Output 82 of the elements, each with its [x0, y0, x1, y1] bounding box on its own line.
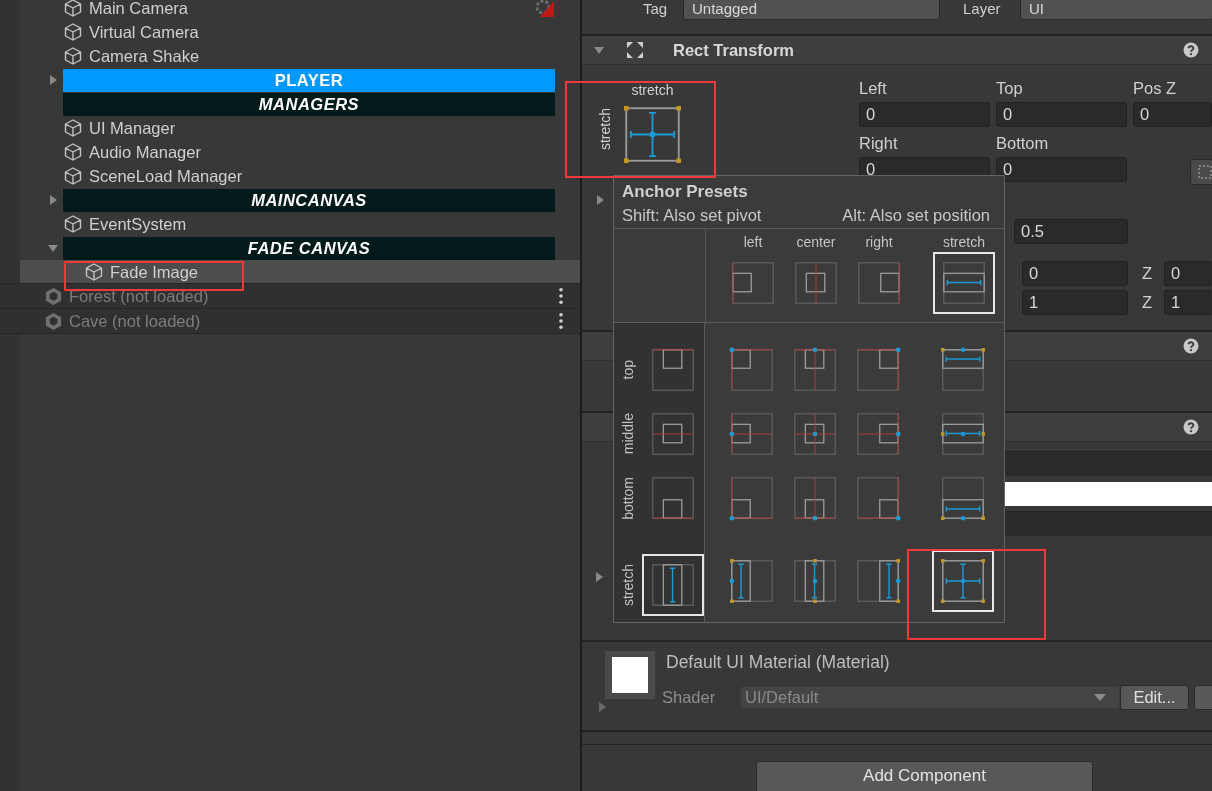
number-field[interactable]: 0: [1164, 261, 1212, 286]
disclosure-arrow-icon[interactable]: [46, 242, 59, 254]
object-name: UI Manager: [89, 118, 176, 138]
object-name: Audio Manager: [89, 142, 201, 162]
hierarchy-row[interactable]: SceneLoad Manager: [20, 164, 580, 188]
axis-label: Z: [1142, 293, 1154, 312]
help-icon[interactable]: [1183, 338, 1199, 354]
number-field[interactable]: 0: [1133, 102, 1212, 127]
column-label: stretch: [943, 233, 985, 252]
hierarchy-row[interactable]: UI Manager: [20, 116, 580, 140]
component-header[interactable]: Rect Transform: [582, 36, 1212, 65]
hierarchy-row[interactable]: Audio Manager: [20, 140, 580, 164]
scene-name: Cave (not loaded): [69, 311, 201, 331]
field-label: Pos Z: [1133, 79, 1178, 98]
tag-dropdown[interactable]: Untagged: [683, 0, 940, 20]
field-label: Bottom: [996, 134, 1050, 153]
hierarchy-row[interactable]: Virtual Camera: [20, 20, 580, 44]
number-field[interactable]: 0: [996, 157, 1127, 182]
row-label: top: [620, 360, 636, 380]
material-name: Default UI Material (Material): [666, 652, 891, 674]
cube-icon: [63, 118, 83, 138]
object-name: SceneLoad Manager: [89, 166, 243, 186]
cube-icon: [63, 22, 83, 42]
scene-icon: [44, 286, 63, 306]
hint-text: Alt: Also set position: [842, 205, 990, 225]
object-name: Camera Shake: [89, 46, 200, 66]
row-label: bottom: [620, 476, 636, 520]
cube-icon: [63, 0, 83, 18]
number-field[interactable]: 1: [1164, 290, 1212, 315]
popup-title: Anchor Presets: [622, 182, 749, 202]
column-label: center: [796, 233, 836, 252]
cube-icon: [84, 262, 104, 282]
edit-button[interactable]: Edit...: [1120, 685, 1189, 710]
layer-label: Layer: [963, 0, 1002, 17]
collapse-arrow-icon[interactable]: [593, 44, 605, 56]
cube-icon: [63, 166, 83, 186]
expand-arrow-icon[interactable]: [593, 571, 605, 583]
hierarchy-row[interactable]: Main Camera: [20, 0, 580, 20]
scene-icon: [44, 311, 63, 331]
row-label: stretch: [620, 564, 636, 606]
number-field[interactable]: 0: [996, 102, 1127, 127]
help-icon[interactable]: [1183, 42, 1199, 58]
field-label: Left: [859, 79, 888, 98]
component-title: Rect Transform: [673, 40, 795, 60]
hierarchy-row[interactable]: Camera Shake: [20, 44, 580, 68]
object-name: Main Camera: [89, 0, 189, 18]
caret-icon: [1094, 693, 1106, 702]
help-icon[interactable]: [1183, 419, 1199, 435]
axis-label: Z: [1142, 264, 1154, 283]
expand-arrow-icon[interactable]: [596, 701, 608, 713]
anchor-vertical-label: stretch: [597, 108, 613, 150]
field-label: Right: [859, 134, 899, 153]
number-field[interactable]: 0: [1022, 261, 1128, 286]
cube-icon: [63, 46, 83, 66]
more-icon[interactable]: [558, 287, 564, 305]
hierarchy-row[interactable]: Fade Image: [20, 260, 580, 284]
rect-transform-icon: [625, 40, 645, 60]
cube-icon: [63, 142, 83, 162]
object-name: Virtual Camera: [89, 22, 199, 42]
hint-text: Shift: Also set pivot: [622, 205, 762, 225]
object-name: Fade Image: [110, 262, 199, 282]
layer-dropdown[interactable]: UI: [1020, 0, 1212, 20]
column-label: left: [743, 233, 763, 252]
anchor-preset-button[interactable]: [624, 106, 681, 163]
field-label: Top: [996, 79, 1024, 98]
hierarchy-row[interactable]: EventSystem: [20, 212, 580, 236]
object-name: EventSystem: [89, 214, 187, 234]
column-label: right: [865, 233, 893, 252]
raw-edit-button[interactable]: [1190, 159, 1212, 185]
number-field[interactable]: 0.5: [1014, 219, 1128, 244]
anchor-horizontal-label: stretch: [631, 82, 674, 100]
more-icon[interactable]: [558, 312, 564, 330]
number-field[interactable]: 1: [1022, 290, 1128, 315]
add-component-button[interactable]: Add Component: [756, 761, 1093, 791]
expand-arrow-icon[interactable]: [594, 194, 606, 206]
cube-icon: [63, 214, 83, 234]
material-preview: [605, 651, 655, 699]
number-field[interactable]: 0: [859, 102, 990, 127]
shader-label: Shader: [662, 688, 717, 707]
row-label: middle: [620, 413, 636, 455]
dashed-square-icon: [1197, 164, 1212, 180]
tag-label: Tag: [643, 0, 669, 17]
